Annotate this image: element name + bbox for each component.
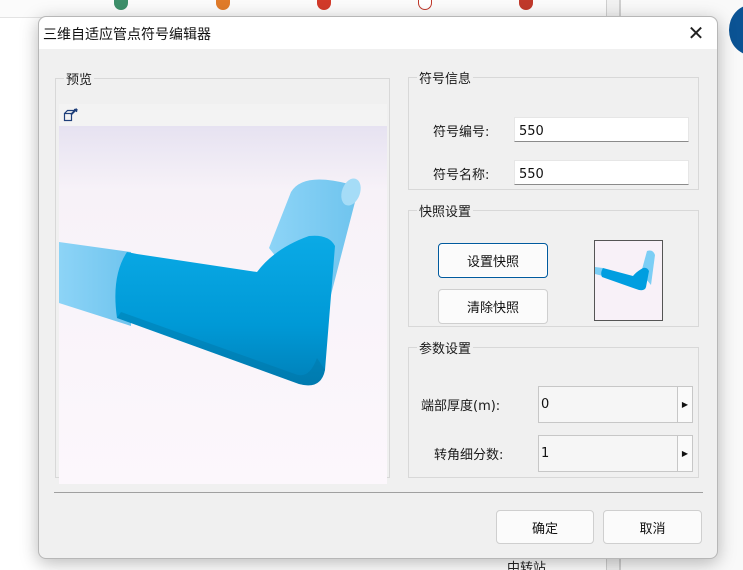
toolbar-icon (317, 0, 331, 10)
params-group: 参数设置 端部厚度(m): 0 ▶ 转角细分数: 1 ▶ (408, 338, 699, 478)
preview-group: 预览 (55, 69, 390, 484)
symbol-info-group: 符号信息 符号编号: 符号名称: (408, 68, 699, 190)
set-snapshot-button[interactable]: 设置快照 (438, 243, 548, 278)
corner-subdivision-label: 转角细分数: (434, 448, 504, 463)
ok-button[interactable]: 确定 (496, 510, 594, 544)
snapshot-pipe-image (595, 241, 662, 320)
snapshot-label: 快照设置 (419, 205, 472, 220)
toolbar-icon (114, 0, 128, 10)
snapshot-thumbnail (594, 240, 663, 321)
footer-separator (54, 492, 703, 493)
close-icon: ✕ (687, 21, 705, 45)
symbol-editor-dialog: 三维自适应管点符号编辑器 ✕ 预览 符号信息 符号编号: 550 符号名称: 5… (38, 16, 718, 559)
toolbar-icon (216, 0, 230, 10)
params-label: 参数设置 (419, 342, 472, 357)
dialog-title: 三维自适应管点符号编辑器 (43, 27, 211, 43)
box-arrow-icon[interactable] (63, 107, 79, 123)
preview-toolbar (59, 104, 387, 126)
symbol-name-label: 符号名称: (433, 168, 490, 183)
preview-viewport[interactable] (59, 126, 387, 484)
close-button[interactable]: ✕ (675, 17, 717, 49)
symbol-number-label: 符号编号: (433, 125, 490, 140)
corner-subdivision-arrow-button[interactable]: ▶ (677, 436, 692, 471)
clear-snapshot-button[interactable]: 清除快照 (438, 289, 548, 324)
end-thickness-label: 端部厚度(m): (421, 399, 501, 414)
preview-label: 预览 (66, 73, 93, 88)
symbol-info-label: 符号信息 (419, 72, 472, 87)
snapshot-group: 快照设置 设置快照 清除快照 (408, 201, 699, 327)
end-thickness-arrow-button[interactable]: ▶ (677, 387, 692, 422)
symbol-name-input[interactable] (514, 160, 689, 185)
pipe-3d-preview (59, 126, 387, 484)
cancel-button[interactable]: 取消 (603, 510, 702, 544)
triangle-right-icon: ▶ (681, 449, 689, 458)
triangle-right-icon: ▶ (681, 400, 689, 409)
corner-subdivision-value: 1 (541, 446, 550, 461)
toolbar-icon (418, 0, 432, 10)
end-thickness-spinner[interactable]: 0 ▶ (538, 386, 693, 423)
corner-subdivision-spinner[interactable]: 1 ▶ (538, 435, 693, 472)
symbol-number-input[interactable] (514, 117, 689, 142)
title-bar: 三维自适应管点符号编辑器 ✕ (39, 17, 717, 49)
toolbar-icon (519, 0, 533, 10)
end-thickness-value: 0 (541, 397, 550, 412)
